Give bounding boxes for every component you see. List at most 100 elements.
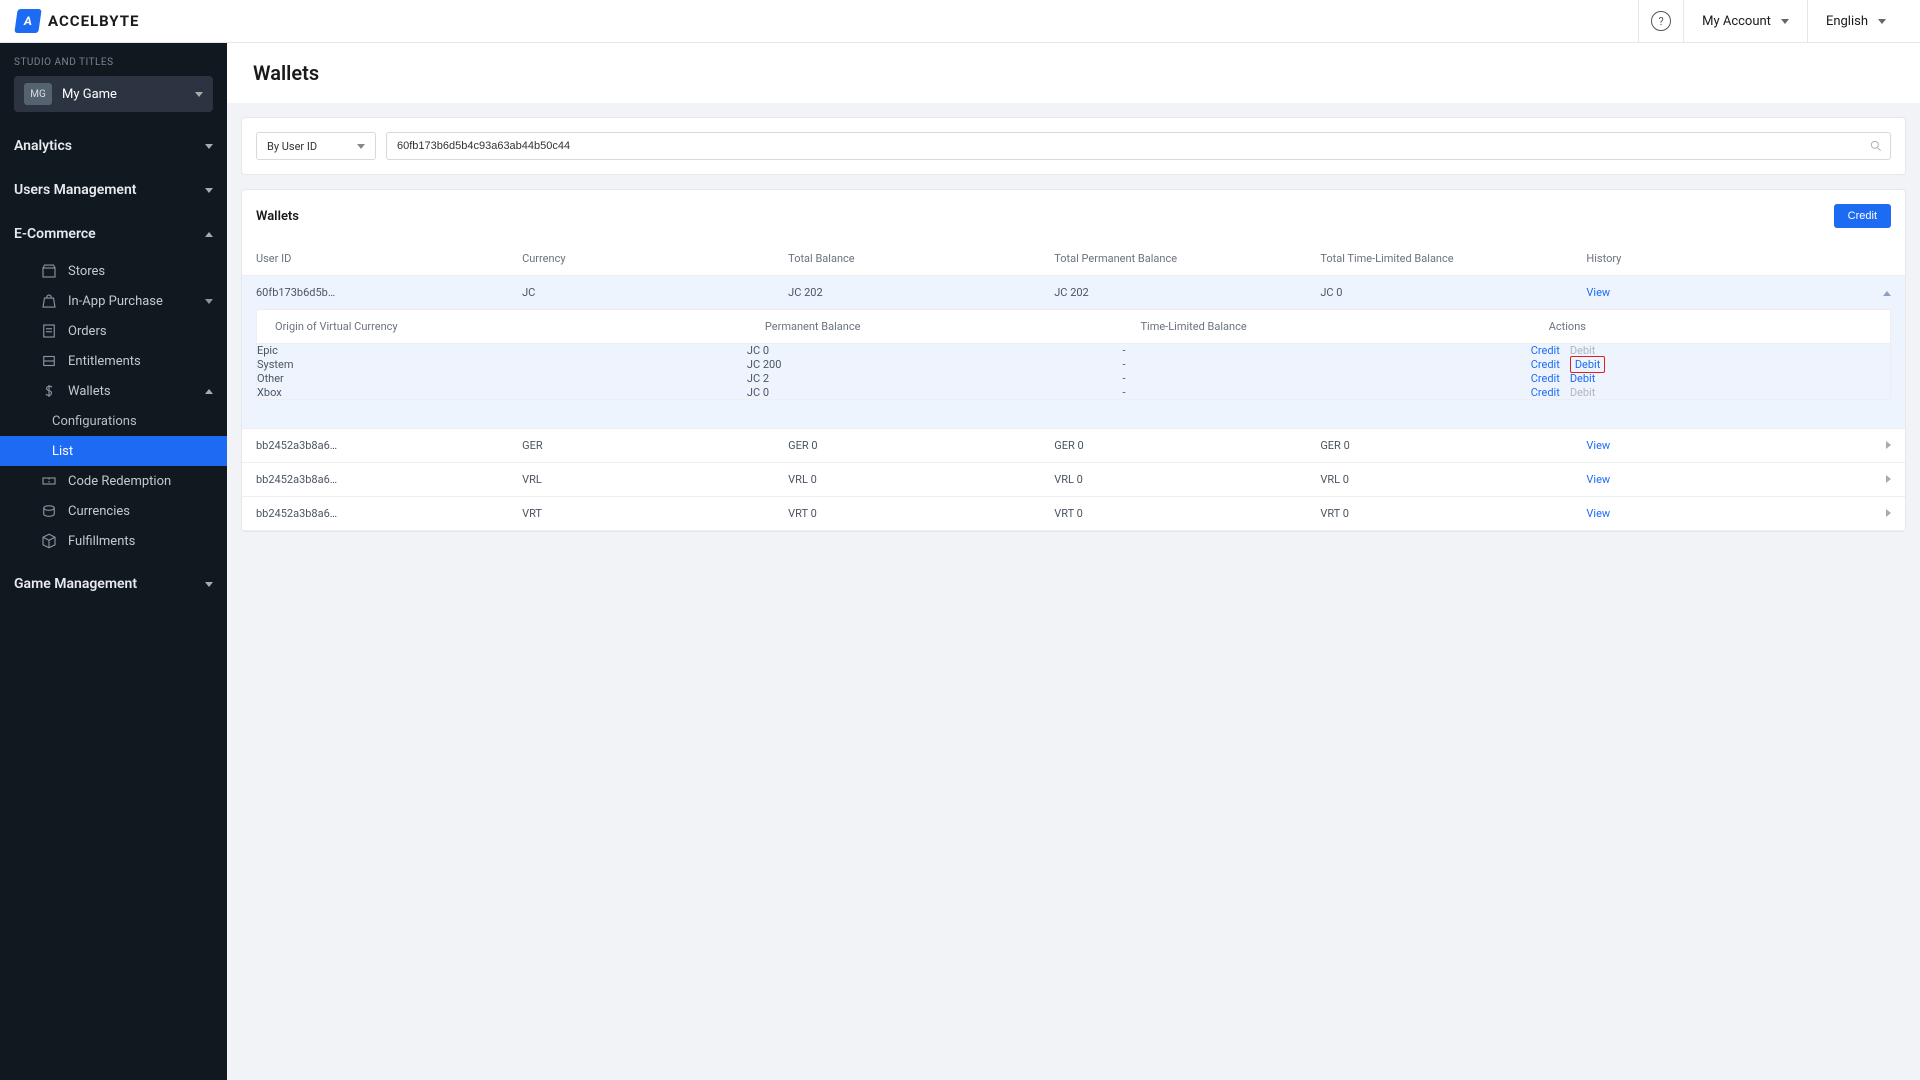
chevron-up-icon <box>205 389 213 394</box>
credit-action[interactable]: Credit <box>1531 358 1560 371</box>
nav-label: Fulfillments <box>68 534 135 549</box>
nav-users-management[interactable]: Users Management <box>0 168 227 212</box>
nav-stores[interactable]: Stores <box>0 256 227 286</box>
nav-wallets[interactable]: Wallets <box>0 376 227 406</box>
wallet-row[interactable]: bb2452a3b8a6…VRLVRL 0VRL 0VRL 0View <box>242 463 1905 497</box>
cell-time-limited-balance: - <box>1122 358 1530 372</box>
chevron-right-icon[interactable] <box>1886 509 1891 517</box>
cell-user-id: 60fb173b6d5b… <box>242 276 508 310</box>
cell-permanent-balance: JC 0 <box>747 344 1123 358</box>
cell-time-limited: JC 0 <box>1306 276 1572 310</box>
nav-wallets-list[interactable]: List <box>0 436 227 466</box>
cell-total: VRL 0 <box>774 463 1040 497</box>
nav-game-management[interactable]: Game Management <box>0 562 227 606</box>
game-badge: MG <box>24 83 52 105</box>
view-history-link[interactable]: View <box>1586 473 1610 486</box>
nav-label: Stores <box>68 264 105 279</box>
credit-button[interactable]: Credit <box>1834 204 1891 228</box>
nav-analytics[interactable]: Analytics <box>0 124 227 168</box>
chevron-down-icon <box>205 582 213 587</box>
dollar-icon <box>40 382 58 400</box>
nav-label: E-Commerce <box>14 226 96 242</box>
cell-permanent: VRL 0 <box>1040 463 1306 497</box>
search-filter-label: By User ID <box>267 140 317 153</box>
col-history: History <box>1572 242 1838 276</box>
cell-time-limited: GER 0 <box>1306 429 1572 463</box>
logo-mark-icon: A <box>14 9 41 33</box>
box-icon <box>40 532 58 550</box>
chevron-up-icon[interactable] <box>1883 291 1891 296</box>
nested-wallet-detail: Origin of Virtual CurrencyPermanent Bala… <box>256 309 1891 400</box>
chevron-right-icon[interactable] <box>1886 441 1891 449</box>
cell-origin: System <box>257 358 747 372</box>
debit-action[interactable]: Debit <box>1570 356 1606 373</box>
credit-action[interactable]: Credit <box>1531 386 1560 399</box>
cell-total: JC 202 <box>774 276 1040 310</box>
chevron-down-icon <box>195 92 203 97</box>
cell-total: GER 0 <box>774 429 1040 463</box>
chevron-up-icon <box>205 232 213 237</box>
cell-time-limited: VRT 0 <box>1306 497 1572 531</box>
header-right: ? My Account English <box>1638 0 1904 42</box>
nav-fulfillments[interactable]: Fulfillments <box>0 526 227 556</box>
chevron-right-icon[interactable] <box>1886 475 1891 483</box>
search-icon[interactable] <box>1869 139 1883 153</box>
nav-currencies[interactable]: Currencies <box>0 496 227 526</box>
app-header: A ACCELBYTE ? My Account English <box>0 0 1920 43</box>
nav-wallets-configurations[interactable]: Configurations <box>0 406 227 436</box>
nested-row: OtherJC 2-CreditDebit <box>257 372 1890 386</box>
bag-icon <box>40 292 58 310</box>
nav-label: Configurations <box>52 414 137 429</box>
nav-label: Currencies <box>68 504 130 519</box>
cell-origin: Xbox <box>257 386 747 400</box>
nav-label: Analytics <box>14 138 72 154</box>
col-total-time-limited: Total Time-Limited Balance <box>1306 242 1572 276</box>
view-history-link[interactable]: View <box>1586 507 1610 520</box>
nav-label: In-App Purchase <box>68 294 163 309</box>
nav-orders[interactable]: Orders <box>0 316 227 346</box>
search-panel: By User ID <box>241 117 1906 175</box>
cell-currency: VRT <box>508 497 774 531</box>
col-actions: Actions <box>1531 310 1890 344</box>
chevron-down-icon <box>205 188 213 193</box>
account-dropdown[interactable]: My Account <box>1684 0 1807 42</box>
search-filter-select[interactable]: By User ID <box>256 132 376 160</box>
credit-action[interactable]: Credit <box>1531 372 1560 385</box>
nav-code-redemption[interactable]: Code Redemption <box>0 466 227 496</box>
game-selector[interactable]: MG My Game <box>14 76 213 112</box>
nav-label: Wallets <box>68 384 111 399</box>
wallet-row[interactable]: bb2452a3b8a6…VRTVRT 0VRT 0VRT 0View <box>242 497 1905 531</box>
cell-permanent: GER 0 <box>1040 429 1306 463</box>
view-history-link[interactable]: View <box>1586 439 1610 452</box>
language-dropdown[interactable]: English <box>1808 0 1904 42</box>
view-history-link[interactable]: View <box>1586 286 1610 299</box>
search-input[interactable] <box>386 132 1891 160</box>
cell-time-limited-balance: - <box>1122 372 1530 386</box>
cell-permanent-balance: JC 2 <box>747 372 1123 386</box>
nav-entitlements[interactable]: Entitlements <box>0 346 227 376</box>
col-origin: Origin of Virtual Currency <box>257 310 747 344</box>
nav-label: Code Redemption <box>68 474 171 489</box>
nav-in-app-purchase[interactable]: In-App Purchase <box>0 286 227 316</box>
nested-row: XboxJC 0-CreditDebit <box>257 386 1890 400</box>
col-total-balance: Total Balance <box>774 242 1040 276</box>
main-content: Wallets By User ID Wallets Credit <box>227 43 1920 1080</box>
help-button[interactable]: ? <box>1639 0 1683 42</box>
col-user-id: User ID <box>242 242 508 276</box>
credit-action[interactable]: Credit <box>1531 344 1560 357</box>
nav-label: Entitlements <box>68 354 141 369</box>
col-permanent-balance: Permanent Balance <box>747 310 1123 344</box>
cell-time-limited-balance: - <box>1122 386 1530 400</box>
debit-action[interactable]: Debit <box>1570 372 1596 385</box>
wallet-row[interactable]: bb2452a3b8a6…GERGER 0GER 0GER 0View <box>242 429 1905 463</box>
nav-label: Game Management <box>14 576 137 592</box>
nested-row: EpicJC 0-CreditDebit <box>257 344 1890 358</box>
chevron-down-icon <box>205 144 213 149</box>
brand-logo[interactable]: A ACCELBYTE <box>16 9 139 33</box>
studio-titles-label: STUDIO AND TITLES <box>0 43 227 76</box>
wallets-panel-title: Wallets <box>256 209 299 224</box>
wallet-row[interactable]: 60fb173b6d5b…JCJC 202JC 202JC 0View <box>242 276 1905 310</box>
nav-ecommerce[interactable]: E-Commerce <box>0 212 227 256</box>
sidebar: STUDIO AND TITLES MG My Game Analytics U… <box>0 43 227 1080</box>
list-icon <box>40 322 58 340</box>
